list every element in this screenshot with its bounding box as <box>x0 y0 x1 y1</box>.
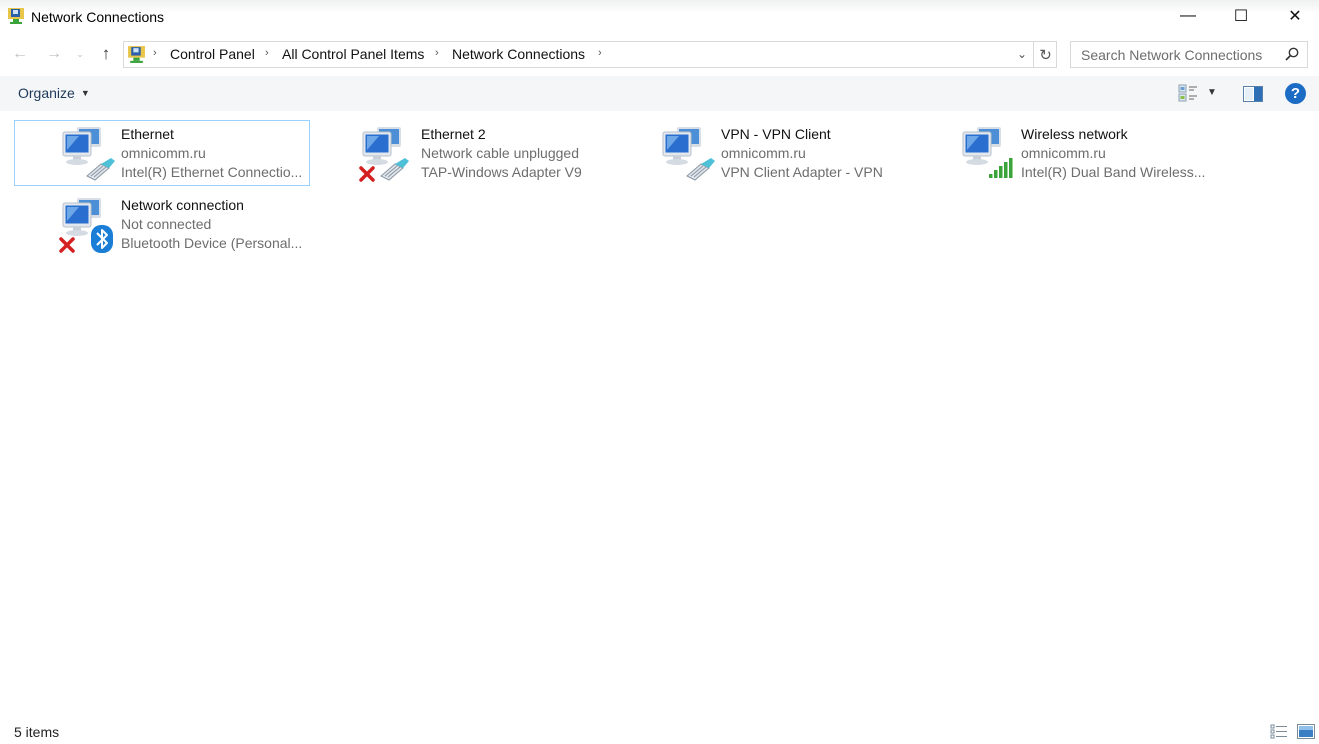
window-title: Network Connections <box>31 9 165 25</box>
connection-item-vpn[interactable]: VPN - VPN Client omnicomm.ru VPN Client … <box>614 120 910 186</box>
connection-item-ethernet-2[interactable]: Ethernet 2 Network cable unplugged TAP-W… <box>314 120 610 186</box>
error-x-icon <box>59 237 75 253</box>
breadcrumb-control-panel[interactable]: Control Panel <box>170 46 255 62</box>
close-button[interactable]: ✕ <box>1268 0 1319 32</box>
address-dropdown-button[interactable]: ⌄ <box>1013 45 1031 63</box>
connection-status: omnicomm.ru <box>121 145 206 161</box>
organize-label: Organize <box>18 85 75 101</box>
connection-status: Network cable unplugged <box>421 145 579 161</box>
status-bar: 5 items <box>0 720 1319 744</box>
breadcrumb-separator-icon[interactable]: › <box>598 47 602 59</box>
help-button[interactable]: ? <box>1285 83 1306 104</box>
bluetooth-icon <box>91 225 113 253</box>
recent-locations-button[interactable]: ⌄ <box>73 43 87 65</box>
wireless-adapter-icon <box>962 127 1013 178</box>
arrow-left-icon: ← <box>12 45 28 62</box>
breadcrumb-separator-icon[interactable]: › <box>265 47 269 59</box>
connection-status: Not connected <box>121 216 212 232</box>
search-box[interactable] <box>1070 41 1308 68</box>
search-input[interactable] <box>1071 42 1276 67</box>
navigation-bar: ← → ⌄ ↑ › Control Panel › All Control Pa… <box>0 34 1319 76</box>
help-icon: ? <box>1290 85 1301 102</box>
breadcrumb-all-control-panel-items[interactable]: All Control Panel Items <box>282 46 424 62</box>
connection-device: TAP-Windows Adapter V9 <box>421 164 582 180</box>
connection-item-network-connection[interactable]: Network connection Not connected Bluetoo… <box>14 191 310 257</box>
explorer-window: Network Connections — ☐ ✕ ← → ⌄ ↑ › Cont… <box>0 0 1319 744</box>
title-bar: Network Connections — ☐ ✕ <box>0 0 1319 34</box>
maximize-icon: ☐ <box>1233 8 1249 25</box>
vpn-adapter-icon <box>662 127 715 181</box>
breadcrumb-separator-icon[interactable]: › <box>153 47 157 59</box>
forward-button[interactable]: → <box>43 43 65 65</box>
connections-list: Ethernet omnicomm.ru Intel(R) Ethernet C… <box>0 111 1319 716</box>
arrow-up-icon: ↑ <box>101 44 111 63</box>
caret-down-icon: ▼ <box>80 88 90 98</box>
connection-name: Wireless network <box>1021 126 1128 142</box>
connection-device: Bluetooth Device (Personal... <box>121 235 303 251</box>
views-dropdown-button[interactable]: ▼ <box>1207 87 1217 98</box>
back-button[interactable]: ← <box>9 43 31 65</box>
connection-name: Network connection <box>121 197 244 213</box>
connection-status: omnicomm.ru <box>721 145 806 161</box>
refresh-button[interactable]: ↻ <box>1033 42 1057 67</box>
large-icons-view-icon[interactable] <box>1297 724 1315 739</box>
connection-name: Ethernet <box>121 126 174 142</box>
connection-device: Intel(R) Dual Band Wireless... <box>1021 164 1206 180</box>
search-icon[interactable] <box>1284 46 1300 62</box>
arrow-right-icon: → <box>46 45 62 62</box>
connection-item-wireless-network[interactable]: Wireless network omnicomm.ru Intel(R) Du… <box>914 120 1210 186</box>
connection-status: omnicomm.ru <box>1021 145 1106 161</box>
connection-device: VPN Client Adapter - VPN <box>721 164 883 180</box>
address-bar[interactable]: › Control Panel › All Control Panel Item… <box>123 41 1057 68</box>
chevron-down-icon: ⌄ <box>1016 47 1028 61</box>
command-bar: Organize ▼ ▼ ? <box>0 76 1319 111</box>
connection-text: Ethernet 2 Network cable unplugged TAP-W… <box>421 125 607 182</box>
preview-pane-icon[interactable] <box>1243 86 1263 102</box>
error-x-icon <box>359 166 375 182</box>
organize-button[interactable]: Organize ▼ <box>18 85 90 101</box>
details-view-icon[interactable] <box>1270 724 1288 739</box>
minimize-button[interactable]: — <box>1161 0 1215 32</box>
control-panel-icon <box>128 46 145 63</box>
connection-text: Wireless network omnicomm.ru Intel(R) Du… <box>1021 125 1207 182</box>
network-connections-app-icon <box>8 8 24 24</box>
connection-text: VPN - VPN Client omnicomm.ru VPN Client … <box>721 125 907 182</box>
refresh-icon: ↻ <box>1039 46 1052 64</box>
chevron-down-icon: ⌄ <box>76 48 84 59</box>
ethernet-adapter-icon <box>62 127 115 181</box>
change-view-icon[interactable] <box>1178 84 1198 102</box>
close-icon: ✕ <box>1288 8 1302 25</box>
connection-text: Ethernet omnicomm.ru Intel(R) Ethernet C… <box>121 125 307 182</box>
connection-name: Ethernet 2 <box>421 126 486 142</box>
connection-item-ethernet[interactable]: Ethernet omnicomm.ru Intel(R) Ethernet C… <box>14 120 310 186</box>
item-count: 5 items <box>14 724 60 740</box>
maximize-button[interactable]: ☐ <box>1214 0 1268 32</box>
signal-bars-icon <box>989 158 1013 178</box>
bluetooth-adapter-icon <box>59 198 113 253</box>
breadcrumb-separator-icon[interactable]: › <box>435 47 439 59</box>
breadcrumb-network-connections[interactable]: Network Connections <box>452 46 585 62</box>
minimize-icon: — <box>1180 7 1196 24</box>
connection-text: Network connection Not connected Bluetoo… <box>121 196 307 253</box>
up-button[interactable]: ↑ <box>95 43 117 65</box>
connection-name: VPN - VPN Client <box>721 126 831 142</box>
connection-device: Intel(R) Ethernet Connectio... <box>121 164 303 180</box>
ethernet-adapter-icon <box>359 127 409 182</box>
